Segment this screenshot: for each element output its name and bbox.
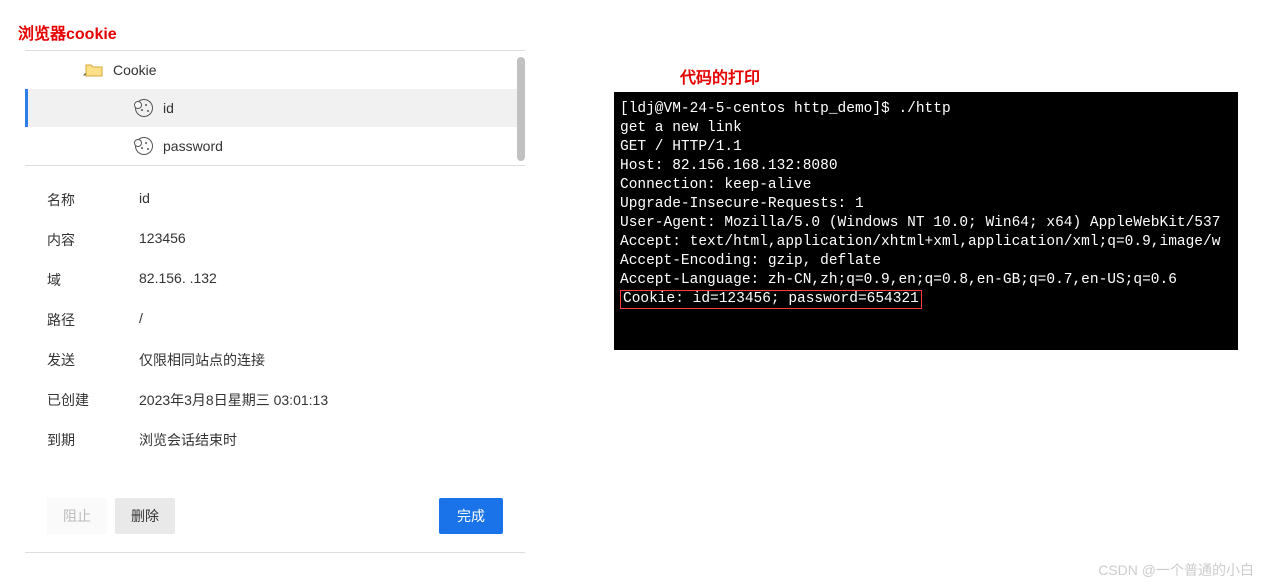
detail-value: 82.156. .132 [139, 270, 525, 290]
cookie-details: 名称 id 内容 123456 域 82.156. .132 路径 / 发送 仅… [25, 166, 525, 470]
terminal-line: [ldj@VM-24-5-centos http_demo]$ ./http [620, 100, 1232, 119]
cookie-tree: ◢ Cookie id password [25, 51, 525, 166]
tree-item-id[interactable]: id [25, 89, 525, 127]
terminal-line: Accept-Language: zh-CN,zh;q=0.9,en;q=0.8… [620, 271, 1232, 290]
tree-item-password[interactable]: password [25, 127, 525, 165]
tree-scrollbar[interactable] [517, 57, 525, 161]
watermark: CSDN @一个普通的小白 [1098, 560, 1254, 580]
detail-value: / [139, 310, 525, 330]
detail-value: 浏览会话结束时 [139, 430, 525, 450]
terminal-line: Accept-Encoding: gzip, deflate [620, 252, 1232, 271]
detail-label: 内容 [47, 230, 139, 250]
cookie-panel: ◢ Cookie id password 名称 id 内容 123456 域 8… [25, 50, 525, 553]
detail-row-send: 发送 仅限相同站点的连接 [25, 340, 525, 380]
detail-label: 发送 [47, 350, 139, 370]
detail-value: 仅限相同站点的连接 [139, 350, 525, 370]
detail-row-path: 路径 / [25, 300, 525, 340]
folder-icon [85, 63, 103, 77]
detail-row-created: 已创建 2023年3月8日星期三 03:01:13 [25, 380, 525, 420]
tree-item-label: password [163, 138, 223, 154]
detail-value: id [139, 190, 525, 210]
detail-row-name: 名称 id [25, 180, 525, 220]
terminal-line: GET / HTTP/1.1 [620, 138, 1232, 157]
detail-row-content: 内容 123456 [25, 220, 525, 260]
detail-row-expires: 到期 浏览会话结束时 [25, 420, 525, 460]
delete-button[interactable]: 删除 [115, 498, 175, 534]
button-bar: 阻止 删除 完成 [25, 470, 525, 553]
terminal-line: Host: 82.156.168.132:8080 [620, 157, 1232, 176]
terminal-output: [ldj@VM-24-5-centos http_demo]$ ./httpge… [614, 92, 1238, 350]
cookie-icon [135, 99, 153, 117]
terminal-line: User-Agent: Mozilla/5.0 (Windows NT 10.0… [620, 214, 1232, 233]
detail-value: 123456 [139, 230, 525, 250]
terminal-line: get a new link [620, 119, 1232, 138]
detail-row-domain: 域 82.156. .132 [25, 260, 525, 300]
detail-label: 已创建 [47, 390, 139, 410]
done-button[interactable]: 完成 [439, 498, 503, 534]
cookie-icon [135, 137, 153, 155]
terminal-line: Accept: text/html,application/xhtml+xml,… [620, 233, 1232, 252]
detail-label: 到期 [47, 430, 139, 450]
browser-cookie-title: 浏览器cookie [0, 0, 1266, 54]
code-print-title: 代码的打印 [680, 64, 760, 88]
block-button[interactable]: 阻止 [47, 498, 107, 534]
tree-root-cookie[interactable]: ◢ Cookie [25, 51, 525, 89]
detail-label: 名称 [47, 190, 139, 210]
terminal-line: Upgrade-Insecure-Requests: 1 [620, 195, 1232, 214]
detail-label: 路径 [47, 310, 139, 330]
tree-item-label: id [163, 100, 174, 116]
terminal-line: Connection: keep-alive [620, 176, 1232, 195]
terminal-highlight-cookie: Cookie: id=123456; password=654321 [620, 290, 922, 309]
detail-label: 域 [47, 270, 139, 290]
detail-value: 2023年3月8日星期三 03:01:13 [139, 390, 525, 410]
tree-root-label: Cookie [113, 62, 157, 78]
